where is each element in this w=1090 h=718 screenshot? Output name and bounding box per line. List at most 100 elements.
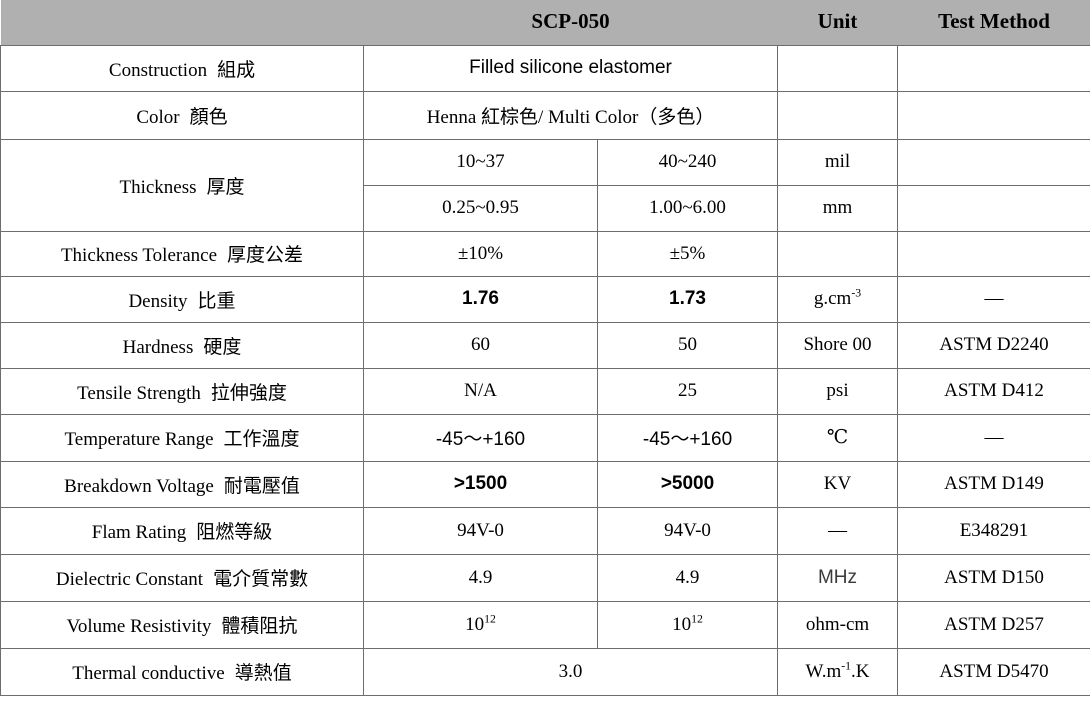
cell-breakdown-value1: >1500 — [363, 460, 598, 508]
cell-dielectric-value1: 4.9 — [363, 553, 598, 602]
cell-temperature-value2: -45～+160 — [596, 413, 779, 462]
row-label-thermal-conductive: Thermal conductive 導熱值 — [0, 647, 364, 696]
value-base: 10 — [465, 613, 485, 635]
cell-density-test: — — [897, 275, 1090, 323]
unit-base: g.cm — [813, 288, 852, 309]
cell-construction-unit — [777, 44, 899, 92]
label-en: Hardness — [122, 336, 194, 358]
cell-thermal-value: 3.0 — [362, 647, 779, 696]
cell-hardness-value1: 60 — [363, 321, 598, 369]
cell-thickness-mm-unit: mm — [777, 184, 899, 232]
label-zh: 電介質常數 — [213, 569, 309, 590]
cell-thermal-test: ASTM D5470 — [897, 647, 1090, 696]
label-zh: 顏色 — [189, 106, 228, 128]
cell-temperature-value1: -45～+160 — [363, 413, 598, 462]
table-row: Hardness 硬度 60 50 Shore 00 ASTM D2240 — [0, 321, 1090, 369]
unit-superscript: -1 — [841, 659, 852, 673]
cell-tolerance-unit — [777, 230, 899, 277]
label-zh: 耐電壓值 — [223, 475, 300, 497]
row-label-dielectric-constant: Dielectric Constant 電介質常數 — [0, 553, 364, 602]
cell-flam-value2: 94V-0 — [596, 506, 779, 555]
cell-volume-resistivity-test: ASTM D257 — [897, 600, 1090, 649]
header-unit: Unit — [777, 0, 898, 45]
header-blank-cell — [0, 0, 364, 45]
cell-tensile-test: ASTM D412 — [897, 367, 1090, 415]
cell-temperature-unit: ℃ — [777, 413, 899, 462]
row-label-temperature-range: Temperature Range 工作溫度 — [0, 413, 364, 462]
cell-volume-resistivity-value1: 1012 — [363, 600, 598, 649]
cell-flam-test: E348291 — [897, 506, 1090, 555]
cell-tensile-value1: N/A — [363, 367, 598, 415]
cell-tolerance-test — [897, 230, 1090, 277]
table-row: Dielectric Constant 電介質常數 4.9 4.9 MHz AST… — [0, 553, 1090, 602]
row-label-thickness-tolerance: Thickness Tolerance 厚度公差 — [0, 230, 364, 277]
value-base: 10 — [672, 613, 692, 635]
cell-thickness-mm-test — [897, 184, 1090, 232]
label-en: Density — [128, 290, 188, 312]
unit-tail: .K — [851, 660, 870, 682]
specification-table: SCP-050 Unit Test Method Construction 組成 … — [0, 0, 1090, 696]
cell-thermal-unit: W.m-1.K — [777, 647, 899, 696]
unit-superscript: -3 — [851, 286, 862, 300]
label-en: Thickness — [119, 176, 197, 198]
label-zh: 組成 — [217, 59, 256, 81]
cell-tolerance-value1: ±10% — [363, 230, 598, 277]
cell-density-unit: g.cm-3 — [777, 275, 899, 323]
label-en: Thickness Tolerance — [60, 245, 218, 266]
cell-tensile-value2: 25 — [596, 367, 779, 415]
label-en: Thermal conductive — [72, 663, 225, 684]
label-en: Color — [136, 106, 180, 128]
row-label-thickness: Thickness 厚度 — [0, 138, 364, 232]
cell-construction-test — [897, 44, 1090, 92]
cell-density-value1: 1.76 — [363, 275, 598, 323]
row-label-volume-resistivity: Volume Resistivity 體積阻抗 — [0, 600, 364, 649]
table-row: Color 顏色 Henna 紅棕色/ Multi Color（多色） — [0, 90, 1090, 140]
table-row: Breakdown Voltage 耐電壓值 >1500 >5000 KV AST… — [0, 460, 1090, 508]
cell-volume-resistivity-unit: ohm-cm — [777, 600, 899, 649]
header-row: SCP-050 Unit Test Method — [0, 0, 1090, 45]
cell-tolerance-value2: ±5% — [596, 230, 779, 277]
label-en: Tensile Strength — [77, 382, 201, 404]
label-zh: 阻燃等級 — [196, 522, 273, 543]
row-label-density: Density 比重 — [0, 275, 364, 323]
cell-breakdown-value2: >5000 — [596, 460, 779, 508]
row-label-color: Color 顏色 — [0, 90, 364, 140]
cell-hardness-test: ASTM D2240 — [897, 321, 1090, 369]
cell-temperature-test: — — [897, 413, 1090, 462]
label-zh: 工作溫度 — [223, 429, 300, 450]
label-en: Flam Rating — [91, 522, 187, 543]
table-row: Tensile Strength 拉伸強度 N/A 25 psi ASTM D41… — [0, 367, 1090, 415]
cell-dielectric-value2: 4.9 — [596, 553, 779, 602]
unit-base: W.m — [805, 660, 842, 682]
value-superscript: 12 — [691, 612, 703, 626]
label-zh: 導熱值 — [234, 663, 292, 684]
cell-density-value2: 1.73 — [596, 275, 779, 323]
cell-color-value: Henna 紅棕色/ Multi Color（多色） — [362, 90, 779, 140]
table-body: Construction 組成 Filled silicone elastomer… — [0, 44, 1090, 696]
cell-thickness-mil-test — [897, 138, 1090, 186]
cell-volume-resistivity-value2: 1012 — [596, 600, 779, 649]
label-en: Construction — [108, 59, 208, 81]
cell-tensile-unit: psi — [777, 367, 899, 415]
row-label-construction: Construction 組成 — [0, 44, 364, 92]
label-zh: 厚度 — [206, 176, 245, 198]
cell-thickness-mm-value2: 1.00~6.00 — [596, 184, 779, 232]
cell-dielectric-unit: MHz — [777, 553, 899, 602]
cell-hardness-unit: Shore 00 — [777, 321, 899, 369]
cell-thickness-mm-value1: 0.25~0.95 — [363, 184, 598, 232]
row-label-breakdown-voltage: Breakdown Voltage 耐電壓值 — [0, 460, 364, 508]
label-zh: 硬度 — [203, 336, 242, 358]
header-product: SCP-050 — [363, 0, 778, 45]
row-label-hardness: Hardness 硬度 — [0, 321, 364, 369]
label-en: Dielectric Constant — [55, 569, 204, 590]
table-row: Temperature Range 工作溫度 -45～+160 -45～+160 … — [0, 413, 1090, 462]
cell-flam-value1: 94V-0 — [363, 506, 598, 555]
cell-color-test — [897, 90, 1090, 140]
table-row: Thickness 厚度 10~37 40~240 mil — [0, 138, 1090, 232]
cell-thickness-mil-unit: mil — [777, 138, 899, 186]
cell-flam-unit: — — [777, 506, 899, 555]
table-header: SCP-050 Unit Test Method — [0, 0, 1090, 45]
cell-breakdown-test: ASTM D149 — [897, 460, 1090, 508]
value-superscript: 12 — [484, 612, 496, 626]
label-en: Volume Resistivity — [66, 616, 212, 637]
